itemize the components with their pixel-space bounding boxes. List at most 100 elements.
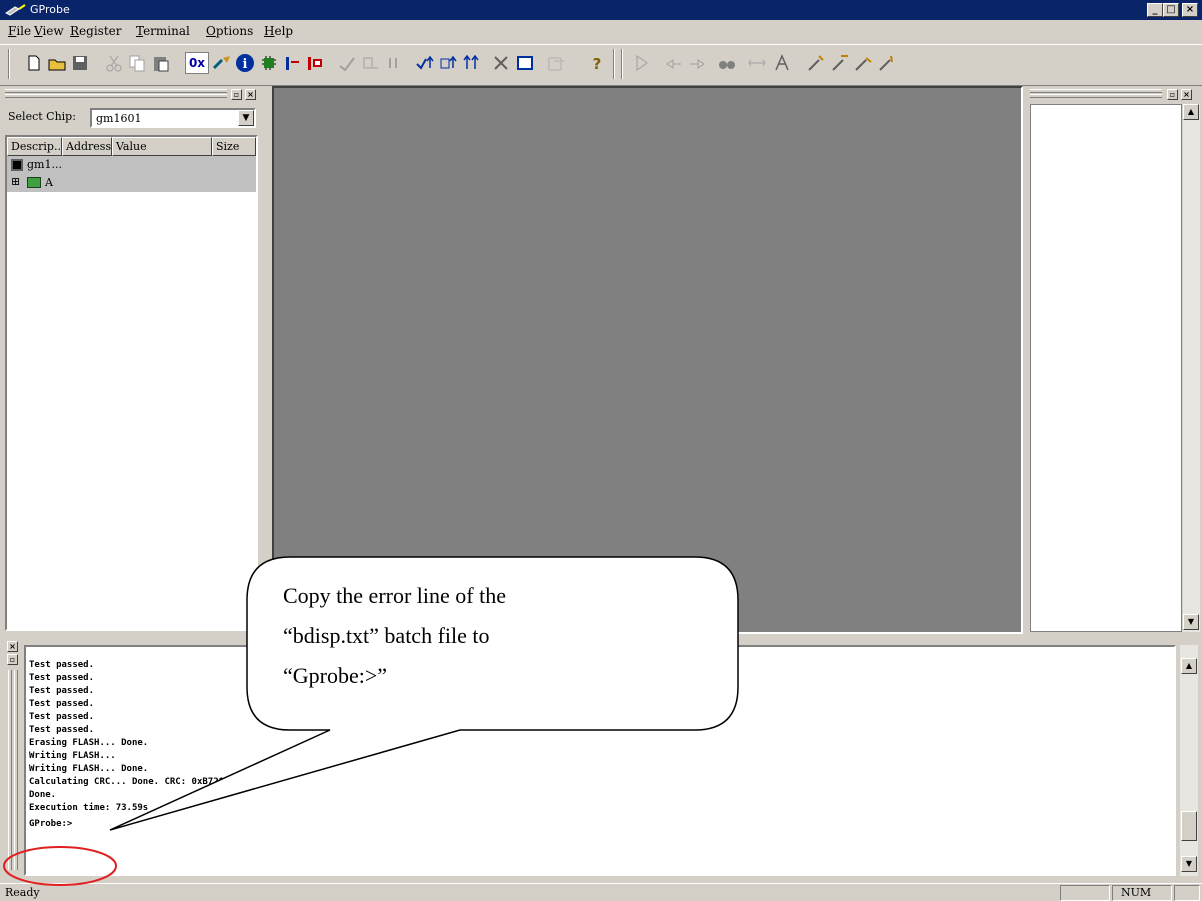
close-button[interactable]: ×	[1182, 3, 1198, 17]
output-line: Done.	[29, 790, 57, 800]
maximize-button[interactable]: □	[1163, 3, 1179, 17]
script2-icon[interactable]	[829, 52, 851, 74]
output-line: Writing FLASH...	[29, 751, 116, 761]
menu-register[interactable]: Register	[70, 24, 122, 38]
upload-icon[interactable]	[460, 52, 482, 74]
panel-grip[interactable]	[8, 670, 12, 870]
output-line: Writing FLASH... Done.	[29, 764, 149, 774]
info-icon[interactable]: i	[234, 52, 256, 74]
right-panel: ▫ × ▲ ▼	[1027, 86, 1202, 634]
app-probe-icon	[5, 4, 26, 16]
column-header-address[interactable]: Address	[62, 137, 112, 156]
font-icon[interactable]	[771, 52, 793, 74]
panel-grip[interactable]	[1030, 94, 1162, 98]
panel-close-button[interactable]: ×	[7, 641, 18, 652]
help-icon[interactable]: ?	[586, 52, 608, 74]
vertical-scrollbar[interactable]: ▲ ▼	[1183, 104, 1200, 632]
output-line: Test passed.	[29, 712, 95, 722]
script1-icon[interactable]	[805, 52, 827, 74]
find-icon[interactable]	[716, 52, 738, 74]
undo-icon[interactable]	[663, 52, 685, 74]
chip-select[interactable]: gm1601 ▼	[90, 108, 256, 128]
scroll-down-icon[interactable]: ▼	[1183, 614, 1199, 630]
register-panel: ▫ × Select Chip: gm1601 ▼ Descrip... Add…	[5, 86, 267, 634]
minimize-button[interactable]: _	[1147, 3, 1163, 17]
scroll-up-icon[interactable]: ▲	[1183, 104, 1199, 120]
scroll-down-icon[interactable]: ▼	[1181, 856, 1197, 872]
tree-item-label: A	[45, 176, 53, 189]
menu-terminal[interactable]: Terminal	[136, 24, 190, 38]
panel-restore-button[interactable]: ▫	[1167, 89, 1178, 100]
status-panel	[1060, 885, 1110, 901]
num-lock-indicator: NUM	[1112, 885, 1172, 901]
script3-icon[interactable]	[852, 52, 874, 74]
pause-icon[interactable]	[382, 52, 404, 74]
menu-help[interactable]: Help	[264, 24, 293, 38]
panel-close-button[interactable]: ×	[1181, 89, 1192, 100]
panel-restore-button[interactable]: ▫	[7, 654, 18, 665]
scroll-up-icon[interactable]: ▲	[1181, 658, 1197, 674]
callout-line: Copy the error line of the	[283, 583, 506, 608]
column-header-description[interactable]: Descrip...	[7, 137, 62, 156]
chip-select-value: gm1601	[96, 112, 142, 125]
output-line: Execution time: 73.59s	[29, 803, 149, 813]
read-icon[interactable]	[281, 52, 303, 74]
disabled-icon[interactable]	[545, 52, 567, 74]
step-icon[interactable]	[336, 52, 358, 74]
right-panel-content[interactable]	[1030, 104, 1182, 632]
expand-icon[interactable]: ⊞	[11, 175, 20, 188]
vertical-scrollbar[interactable]: ▲ ▼	[1180, 645, 1198, 876]
register-tree[interactable]: Descrip... Address Value Size gm1... ⊞ A	[5, 135, 258, 631]
panel-grip[interactable]	[5, 89, 227, 93]
panel-grip[interactable]	[5, 94, 227, 98]
step-over-icon[interactable]	[359, 52, 381, 74]
command-prompt[interactable]: GProbe:>	[29, 818, 72, 831]
chip-icon	[11, 159, 23, 171]
folder-icon	[27, 177, 41, 188]
panel-grip[interactable]	[1030, 89, 1162, 93]
svg-text:i: i	[243, 57, 248, 72]
save-icon[interactable]	[69, 52, 91, 74]
connect-icon[interactable]	[211, 52, 233, 74]
toolbar-separator	[621, 49, 623, 79]
redo-icon[interactable]	[686, 52, 708, 74]
script4-icon[interactable]	[876, 52, 898, 74]
menu-view[interactable]: View	[34, 24, 64, 38]
window-icon[interactable]	[514, 52, 536, 74]
output-line: Erasing FLASH... Done.	[29, 738, 149, 748]
write-icon[interactable]	[304, 52, 326, 74]
mdi-workspace	[272, 86, 1023, 634]
column-header-value[interactable]: Value	[112, 137, 212, 156]
check-icon[interactable]	[414, 52, 436, 74]
column-header-size[interactable]: Size	[212, 137, 256, 156]
cancel-icon[interactable]	[490, 52, 512, 74]
menu-file[interactable]: File	[8, 24, 31, 38]
toolbar: 0x i ?	[0, 44, 1202, 86]
tree-item-label: gm1...	[27, 158, 62, 171]
callout-line: “Gprobe:>”	[283, 663, 388, 688]
open-icon[interactable]	[46, 52, 68, 74]
chip-icon[interactable]	[258, 52, 280, 74]
replace-icon[interactable]	[746, 52, 768, 74]
status-panel	[1174, 885, 1200, 901]
chevron-down-icon[interactable]: ▼	[238, 110, 254, 126]
output-line: Test passed.	[29, 699, 95, 709]
panel-grip[interactable]	[14, 670, 18, 870]
hex-icon[interactable]: 0x	[185, 52, 209, 74]
panel-restore-button[interactable]: ▫	[231, 89, 242, 100]
status-text: Ready	[5, 886, 40, 899]
tree-row[interactable]: ⊞ A	[7, 174, 256, 192]
new-icon[interactable]	[23, 52, 45, 74]
callout-text: Copy the error line of the “bdisp.txt” b…	[283, 576, 713, 696]
run-icon[interactable]	[632, 52, 654, 74]
menu-bar: File View Register Terminal Options Help	[0, 20, 1202, 42]
panel-close-button[interactable]: ×	[245, 89, 256, 100]
verify-icon[interactable]	[437, 52, 459, 74]
tree-row[interactable]: gm1...	[7, 156, 256, 174]
copy-icon[interactable]	[126, 52, 148, 74]
paste-icon[interactable]	[150, 52, 172, 74]
scroll-thumb[interactable]	[1181, 811, 1197, 841]
cut-icon[interactable]	[103, 52, 125, 74]
window-title: GProbe	[30, 3, 70, 16]
menu-options[interactable]: Options	[206, 24, 253, 38]
